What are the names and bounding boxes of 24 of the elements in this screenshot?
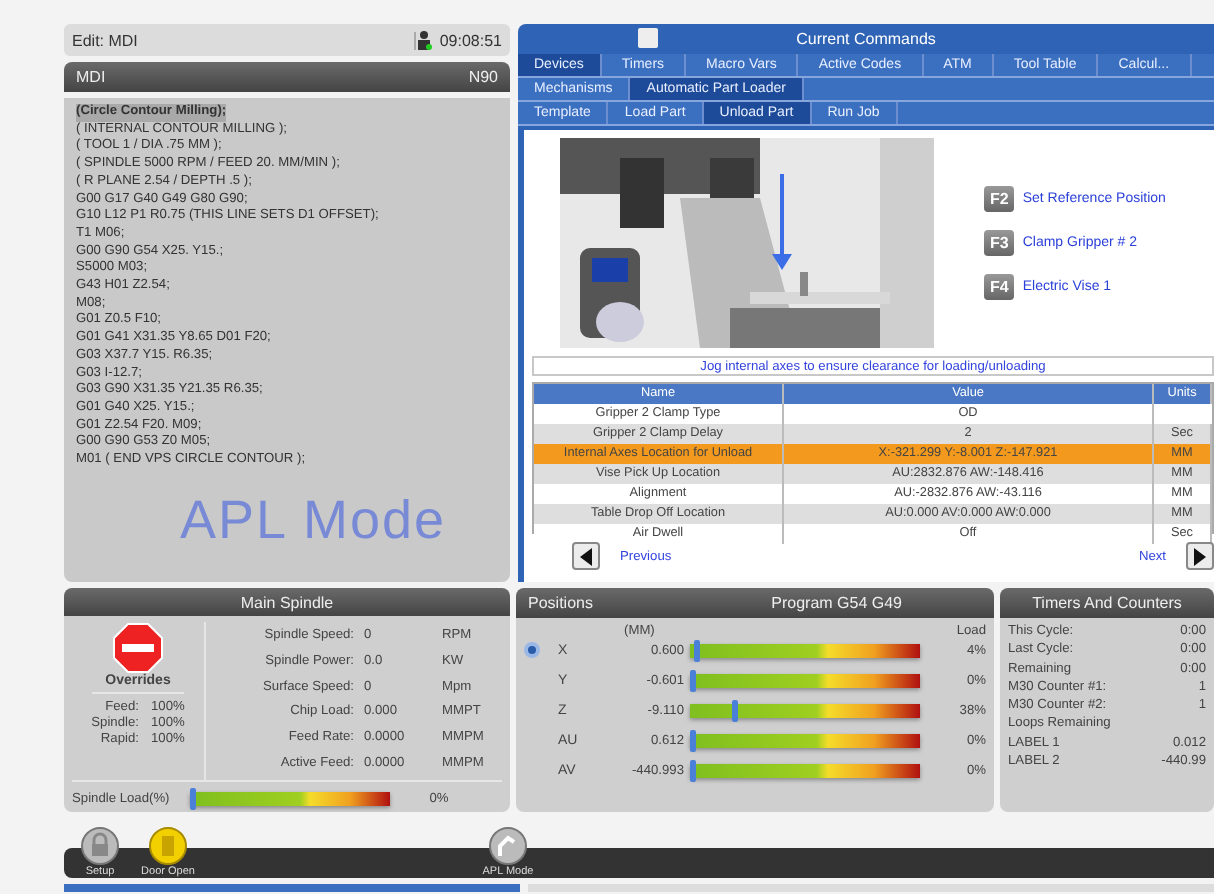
panel-title: Timers And Counters (1032, 594, 1182, 612)
mode-label: Edit: MDI (64, 31, 416, 49)
program-title: MDI (76, 68, 106, 86)
previous-arrow-button[interactable] (572, 542, 600, 570)
function-key[interactable]: F2 (984, 186, 1015, 212)
robot-arm-icon (488, 826, 528, 866)
clock: 09:08:51 (437, 31, 504, 49)
function-key[interactable]: F4 (984, 274, 1015, 300)
user-icon (415, 30, 432, 50)
stop-sign-icon (112, 622, 164, 674)
panel-title: Current Commands (796, 30, 936, 48)
door-icon (148, 826, 188, 866)
left-arrow-icon (580, 547, 592, 565)
menu-icon (638, 28, 658, 48)
line-number: N90 (468, 68, 498, 86)
code-editor[interactable] (64, 98, 510, 582)
work-offset-label: Program G54 G49 (771, 594, 902, 612)
function-key[interactable]: F3 (984, 230, 1015, 256)
mode-overlay: APL Mode (180, 490, 447, 552)
next-arrow-button[interactable] (1186, 542, 1214, 570)
panel-title: Positions (528, 594, 593, 612)
lock-icon (80, 826, 120, 866)
panel-title: Main Spindle (240, 593, 334, 611)
right-arrow-icon (1194, 547, 1206, 565)
